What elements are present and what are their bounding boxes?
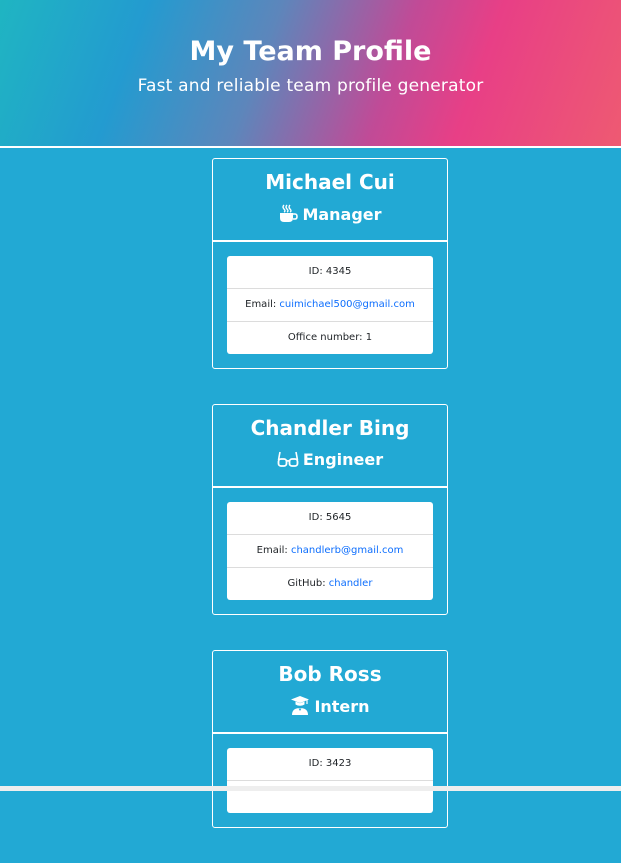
info-list: ID: 5645 Email: chandlerb@gmail.com GitH… [227, 502, 433, 600]
employee-card: Chandler Bing Engineer ID: 5645 Email: c… [212, 404, 448, 615]
role-label: Manager [302, 205, 382, 224]
email-link[interactable]: chandlerb@gmail.com [291, 545, 403, 556]
id-value: 5645 [325, 512, 352, 523]
coffee-icon [278, 204, 299, 227]
info-list: ID: 3423 [227, 748, 433, 813]
horizontal-scrollbar[interactable] [0, 786, 621, 791]
card-header: Michael Cui Manager [213, 159, 447, 242]
employee-email: Email: cuimichael500@gmail.com [227, 289, 433, 322]
employee-id: ID: 3423 [227, 748, 433, 781]
github-username: GitHub: chandler [227, 568, 433, 600]
page-header: My Team Profile Fast and reliable team p… [0, 0, 621, 148]
id-label: ID: [308, 758, 326, 769]
employee-name: Chandler Bing [250, 416, 410, 440]
card-header: Chandler Bing Engineer [213, 405, 447, 488]
email-link[interactable]: cuimichael500@gmail.com [279, 299, 414, 310]
card-body: ID: 5645 Email: chandlerb@gmail.com GitH… [213, 488, 447, 614]
card-body: ID: 3423 [213, 734, 447, 827]
employee-id: ID: 5645 [227, 502, 433, 535]
team-cards: Michael Cui Manager ID: 4345 Email: cuim… [212, 158, 448, 863]
id-value: 4345 [325, 266, 352, 277]
info-list: ID: 4345 Email: cuimichael500@gmail.com … [227, 256, 433, 354]
employee-card: Bob Ross Intern ID: 3423 [212, 650, 448, 828]
employee-id: ID: 4345 [227, 256, 433, 289]
employee-role: Manager [213, 204, 447, 227]
office-number: Office number: 1 [227, 322, 433, 354]
github-link[interactable]: chandler [329, 578, 373, 589]
employee-email: Email: chandlerb@gmail.com [227, 535, 433, 568]
id-label: ID: [308, 512, 326, 523]
role-label: Engineer [302, 450, 384, 469]
page-title: My Team Profile [189, 36, 432, 67]
office-number-label: Office number: [287, 332, 366, 343]
card-header: Bob Ross Intern [213, 651, 447, 734]
email-label: Email: [256, 545, 291, 556]
employee-role: Intern [213, 696, 447, 719]
graduate-icon [290, 696, 310, 719]
email-label: Email: [245, 299, 280, 310]
employee-name: Bob Ross [278, 662, 382, 686]
github-label: GitHub: [287, 578, 329, 589]
office-number-value: 1 [365, 332, 373, 343]
card-body: ID: 4345 Email: cuimichael500@gmail.com … [213, 242, 447, 368]
employee-card: Michael Cui Manager ID: 4345 Email: cuim… [212, 158, 448, 369]
employee-name: Michael Cui [265, 170, 395, 194]
role-label: Intern [314, 697, 370, 716]
id-value: 3423 [325, 758, 352, 769]
glasses-icon [277, 450, 299, 472]
employee-role: Engineer [213, 450, 447, 472]
id-label: ID: [308, 266, 326, 277]
page-subtitle: Fast and reliable team profile generator [137, 76, 484, 96]
